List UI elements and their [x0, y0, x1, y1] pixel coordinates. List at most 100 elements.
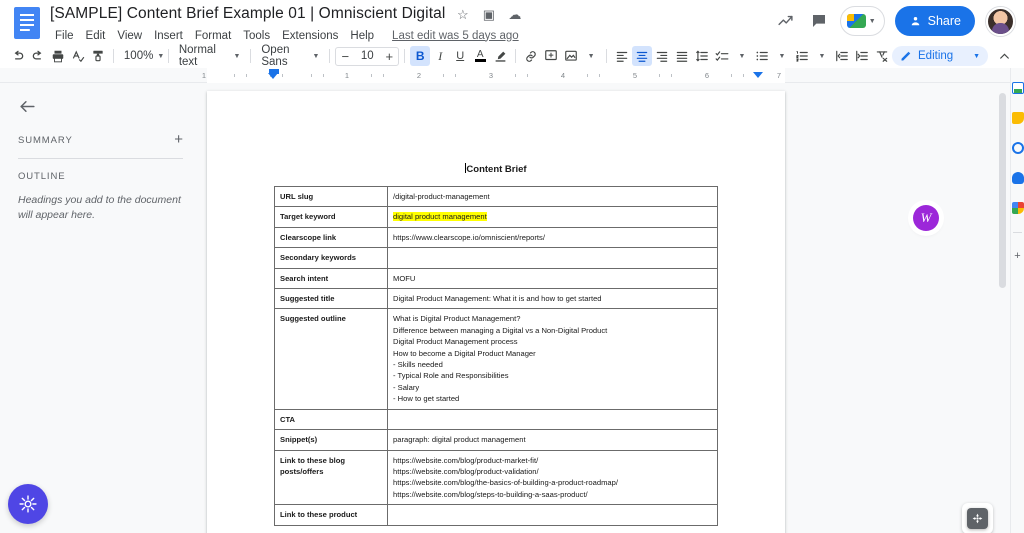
table-row[interactable]: Secondary keywords [274, 247, 718, 269]
insert-link-icon[interactable] [521, 46, 541, 66]
table-row[interactable]: Clearscope link https://www.clearscope.io… [274, 226, 718, 249]
star-icon[interactable]: ☆ [454, 6, 471, 23]
table-cell-value[interactable]: What is Digital Product Management? Diffe… [387, 308, 718, 410]
table-cell-key[interactable]: Suggested outline [274, 308, 388, 410]
google-docs-logo-icon[interactable] [14, 7, 40, 39]
table-row[interactable]: URL slug/digital-product-management [274, 185, 718, 208]
font-size-input[interactable]: 10 [354, 50, 380, 62]
table-row[interactable]: Target keyword digital product management [274, 206, 718, 228]
cloud-saved-icon[interactable]: ☁ [506, 6, 523, 23]
table-cell-key[interactable]: CTA [274, 408, 388, 431]
table-row[interactable]: Suggested title Digital Product Managemen… [274, 288, 718, 310]
line-spacing-icon[interactable] [692, 46, 712, 66]
page-title[interactable]: [SAMPLE] Content Brief Example 01 | Omni… [50, 5, 445, 23]
add-addon-button[interactable]: + [1014, 251, 1020, 262]
table-row[interactable]: Link to these blog posts/offers https://w… [274, 449, 718, 506]
table-cell-key[interactable]: Snippet(s) [274, 429, 388, 451]
checklist-dropdown[interactable]: ▼ [732, 46, 752, 66]
align-center-icon[interactable] [632, 46, 652, 66]
menu-insert[interactable]: Insert [148, 29, 189, 43]
last-edit-link[interactable]: Last edit was 5 days ago [392, 30, 519, 42]
table-row[interactable]: CTA [274, 408, 718, 431]
table-cell-key[interactable]: URL slug [274, 185, 388, 208]
ruler[interactable]: 1 1 2 3 4 5 6 7 [0, 68, 1010, 83]
contacts-icon[interactable] [1011, 172, 1024, 184]
bulleted-list-icon[interactable] [752, 46, 772, 66]
font-size-increase-button[interactable]: + [381, 48, 397, 65]
share-button[interactable]: Share [894, 6, 975, 36]
avatar[interactable] [986, 6, 1015, 36]
table-cell-value[interactable]: MOFU [387, 267, 718, 290]
numbered-list-icon[interactable] [792, 46, 812, 66]
paragraph-style-selector[interactable]: Normal text ▼ [174, 44, 246, 68]
align-left-icon[interactable] [612, 46, 632, 66]
table-cell-value[interactable] [387, 247, 718, 269]
menu-edit[interactable]: Edit [80, 29, 112, 43]
table-row[interactable]: Link to these product [274, 504, 718, 526]
table-row[interactable]: Suggested outline What is Digital Product… [274, 308, 718, 410]
keep-icon[interactable] [1011, 112, 1024, 124]
print-icon[interactable] [48, 46, 68, 66]
editing-mode-selector[interactable]: Editing ▼ [892, 46, 988, 66]
meet-button[interactable]: ▼ [839, 6, 885, 36]
add-summary-button[interactable]: + [174, 132, 183, 147]
menu-format[interactable]: Format [189, 29, 237, 43]
zoom-selector[interactable]: 100% ▼ [119, 46, 164, 66]
activity-trend-icon[interactable] [771, 6, 801, 36]
table-cell-value[interactable]: https://www.clearscope.io/omniscient/rep… [387, 226, 718, 249]
paint-format-icon[interactable] [88, 46, 108, 66]
text-color-button[interactable]: A [470, 46, 490, 66]
content-brief-table[interactable]: URL slug/digital-product-management Targe… [274, 185, 718, 526]
table-cell-value[interactable]: Digital Product Management: What it is a… [387, 288, 718, 310]
undo-icon[interactable] [8, 46, 28, 66]
font-size-decrease-button[interactable]: − [337, 48, 353, 65]
table-cell-key[interactable]: Link to these product [274, 504, 388, 526]
calendar-icon[interactable] [1011, 82, 1024, 94]
move-to-folder-icon[interactable]: ▣ [480, 6, 497, 23]
document-scrollbar[interactable] [999, 93, 1006, 288]
bold-button[interactable]: B [410, 46, 431, 66]
table-cell-key[interactable]: Search intent [274, 267, 388, 290]
bulleted-list-dropdown[interactable]: ▼ [772, 46, 792, 66]
back-arrow-icon[interactable] [18, 97, 40, 119]
numbered-list-dropdown[interactable]: ▼ [812, 46, 832, 66]
table-cell-value[interactable]: https://website.com/blog/product-market-… [387, 449, 718, 506]
first-line-indent-marker[interactable] [268, 73, 278, 79]
grammarly-button[interactable] [8, 484, 48, 524]
decrease-indent-icon[interactable] [832, 46, 852, 66]
highlight-pen-icon[interactable] [490, 46, 510, 66]
table-cell-key[interactable]: Clearscope link [274, 226, 388, 249]
redo-icon[interactable] [28, 46, 48, 66]
table-cell-value[interactable]: paragraph: digital product management [387, 429, 718, 451]
insert-image-icon[interactable] [561, 46, 581, 66]
align-right-icon[interactable] [652, 46, 672, 66]
table-cell-key[interactable]: Link to these blog posts/offers [274, 449, 388, 506]
explore-button[interactable] [967, 508, 988, 529]
table-cell-value[interactable]: /digital-product-management [387, 185, 718, 208]
maps-icon[interactable] [1011, 202, 1024, 214]
clear-formatting-icon[interactable] [872, 46, 892, 66]
menu-file[interactable]: File [49, 29, 80, 43]
menu-tools[interactable]: Tools [237, 29, 276, 43]
menu-extensions[interactable]: Extensions [276, 29, 344, 43]
insert-image-dropdown[interactable]: ▼ [581, 46, 601, 66]
add-comment-icon[interactable] [541, 46, 561, 66]
increase-indent-icon[interactable] [852, 46, 872, 66]
menu-view[interactable]: View [111, 29, 148, 43]
menu-help[interactable]: Help [344, 29, 380, 43]
checklist-icon[interactable] [712, 46, 732, 66]
document-page[interactable]: Content Brief URL slug/digital-product-m… [207, 91, 785, 533]
underline-button[interactable]: U [450, 46, 470, 66]
table-cell-key[interactable]: Secondary keywords [274, 247, 388, 269]
table-cell-value[interactable] [387, 408, 718, 431]
font-selector[interactable]: Open Sans ▼ [256, 44, 324, 68]
collapse-toolbar-icon[interactable] [994, 46, 1014, 66]
font-size-stepper[interactable]: − 10 + [335, 46, 400, 66]
tasks-icon[interactable] [1011, 142, 1024, 154]
table-row[interactable]: Snippet(s) paragraph: digital product man… [274, 429, 718, 451]
table-cell-key[interactable]: Target keyword [274, 206, 388, 228]
align-justify-icon[interactable] [672, 46, 692, 66]
right-indent-marker[interactable] [753, 72, 763, 78]
table-cell-value[interactable]: digital product management [387, 206, 718, 228]
wordtune-badge[interactable]: W [913, 205, 939, 231]
